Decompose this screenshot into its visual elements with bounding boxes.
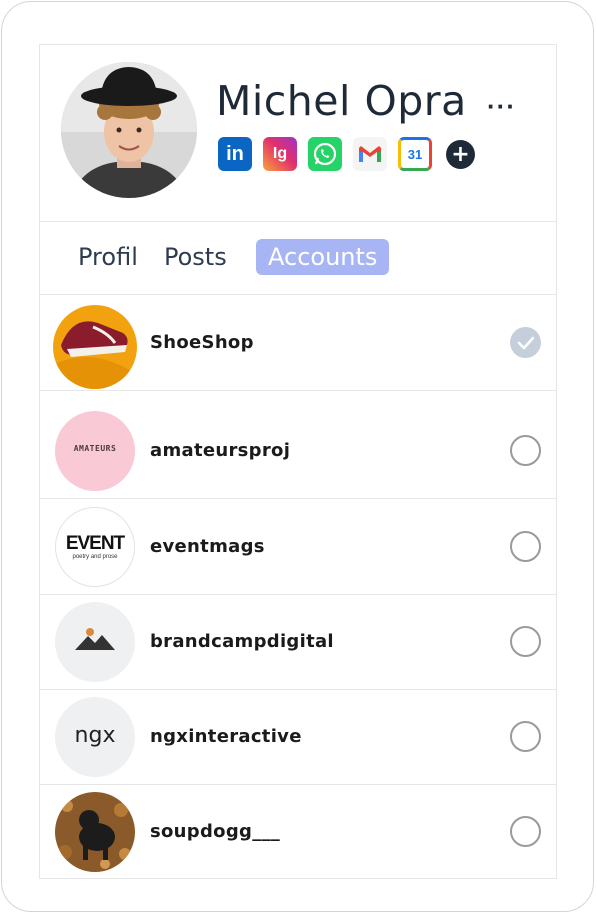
select-radio[interactable] [510,626,541,657]
account-name: amateursproj [150,440,291,461]
select-radio[interactable] [510,721,541,752]
gmail-icon[interactable] [353,137,387,171]
account-name: ngxinteractive [150,726,302,747]
add-icon[interactable]: + [446,140,475,169]
account-row-ngxinteractive[interactable]: ngx ngxinteractive [40,689,556,785]
more-options-button[interactable]: ··· [487,91,516,122]
dog-image [55,792,135,872]
profile-card: Michel Opra ··· in Ig 31 + Profil Posts … [39,44,557,879]
select-radio[interactable] [510,531,541,562]
account-row-soupdogg[interactable]: soupdogg___ [40,784,556,879]
whatsapp-icon[interactable] [308,137,342,171]
tab-bar: Profil Posts Accounts [40,221,556,295]
mountain-logo [55,602,135,682]
tab-accounts[interactable]: Accounts [256,239,390,275]
event-logo: EVENT poetry and prose [55,507,135,587]
profile-name: Michel Opra [216,77,467,125]
tab-profil[interactable]: Profil [66,239,150,275]
account-name: eventmags [150,536,265,557]
select-radio[interactable] [510,435,541,466]
instagram-icon[interactable]: Ig [263,137,297,171]
linkedin-icon[interactable]: in [218,137,252,171]
tab-posts[interactable]: Posts [152,239,239,275]
account-row-eventmags[interactable]: EVENT poetry and prose eventmags [40,499,556,595]
profile-avatar[interactable] [61,62,197,198]
account-name: ShoeShop [150,332,254,353]
ngx-logo: ngx [55,697,135,777]
device-frame: Michel Opra ··· in Ig 31 + Profil Posts … [1,1,594,912]
profile-header: Michel Opra ··· in Ig 31 + [40,45,556,222]
amateurs-logo: AMATEURS [55,411,135,491]
shoe-image [53,305,137,389]
account-row-brandcampdigital[interactable]: brandcampdigital [40,594,556,690]
select-radio[interactable] [510,816,541,847]
account-name: soupdogg___ [150,821,281,842]
account-name: brandcampdigital [150,631,334,652]
account-row-shoeshop[interactable]: ShoeShop [40,295,556,391]
selected-check-icon[interactable] [510,327,541,358]
account-row-amateursproj[interactable]: AMATEURS amateursproj [40,403,556,499]
calendar-icon[interactable]: 31 [398,137,432,171]
